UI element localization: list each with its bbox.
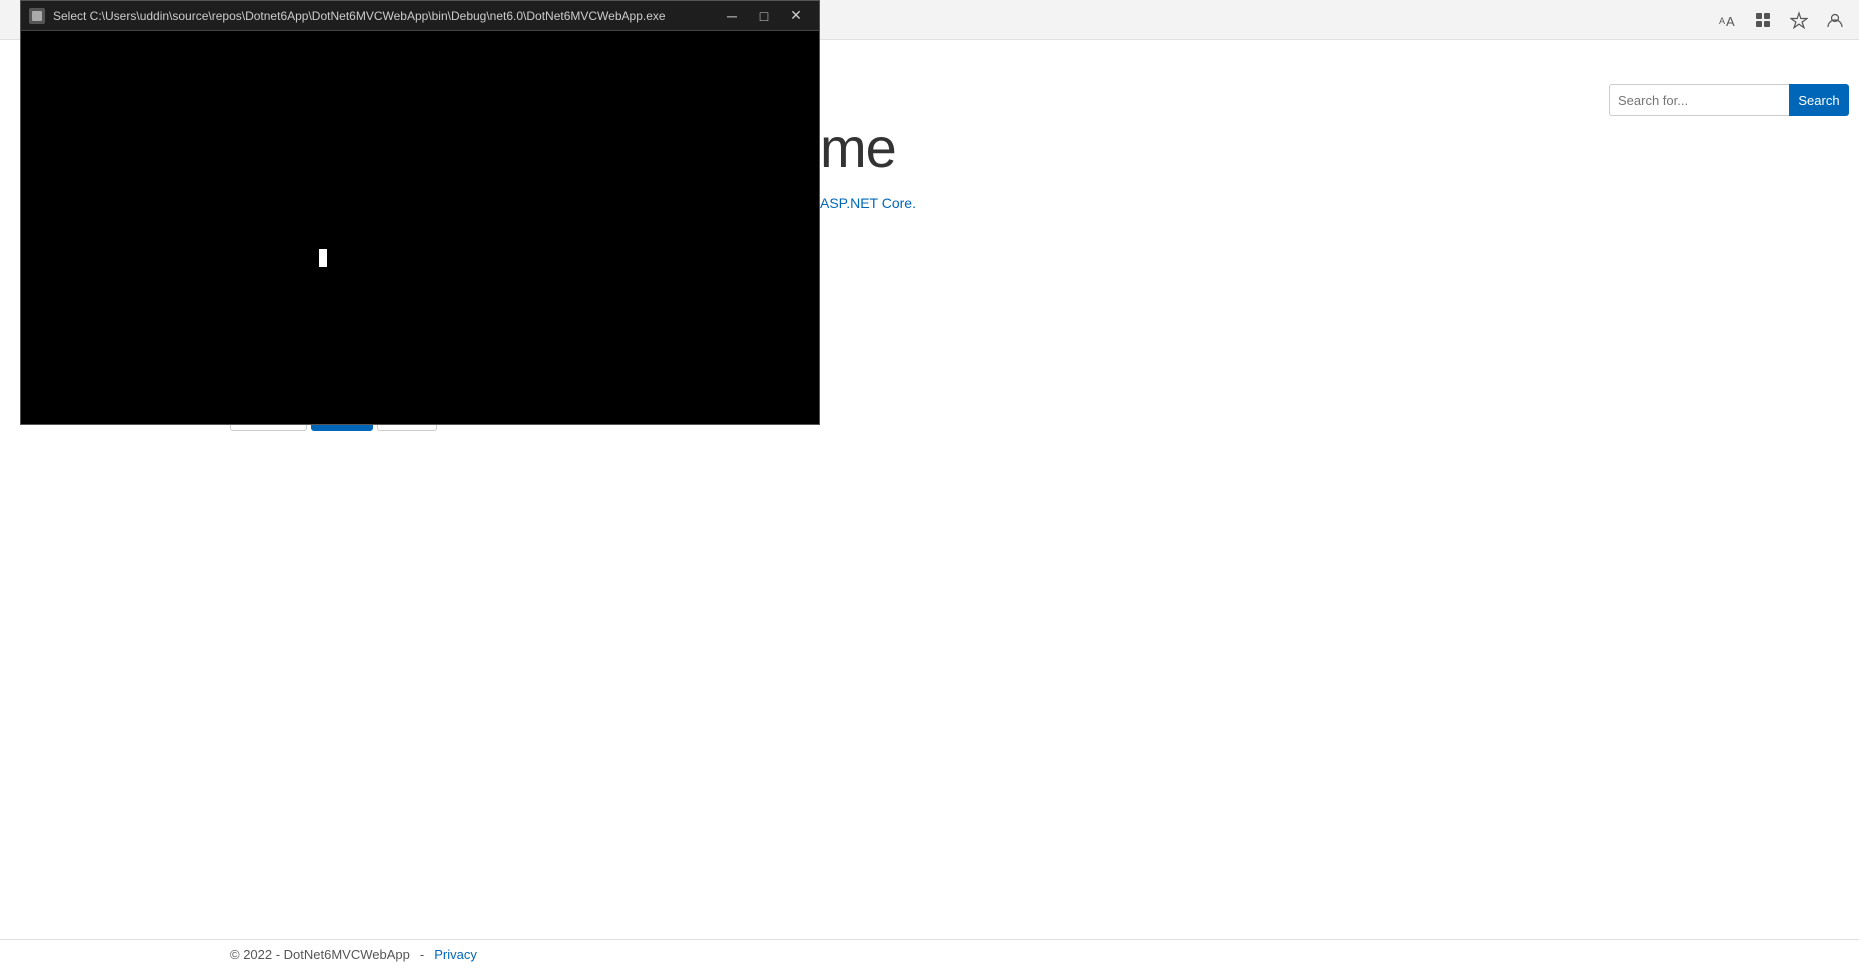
favorites-icon[interactable] (1785, 6, 1813, 34)
terminal-window: Select C:\Users\uddin\source\repos\Dotne… (20, 0, 820, 425)
terminal-app-icon (29, 8, 45, 24)
privacy-link[interactable]: Privacy (434, 947, 477, 962)
svg-text:A: A (1726, 14, 1735, 29)
terminal-icon-inner (32, 11, 42, 21)
terminal-title-text: Select C:\Users\uddin\source\repos\Dotne… (53, 9, 666, 23)
terminal-controls: ─ □ ✕ (717, 6, 811, 26)
profile-icon[interactable] (1821, 6, 1849, 34)
page-footer: © 2022 - DotNet6MVCWebApp - Privacy (0, 939, 1859, 969)
search-button[interactable]: Search (1789, 84, 1849, 116)
terminal-close-button[interactable]: ✕ (781, 6, 811, 26)
footer-copyright: © 2022 - DotNet6MVCWebApp (230, 947, 410, 962)
terminal-cursor (319, 249, 327, 267)
browser-window: A A Search (0, 0, 1859, 969)
browser-search-area: Search (1599, 70, 1859, 130)
terminal-body[interactable] (21, 31, 819, 424)
search-input[interactable] (1609, 84, 1789, 116)
svg-text:A: A (1719, 16, 1725, 26)
terminal-minimize-button[interactable]: ─ (717, 6, 747, 26)
terminal-restore-button[interactable]: □ (749, 6, 779, 26)
terminal-titlebar: Select C:\Users\uddin\source\repos\Dotne… (21, 1, 819, 31)
aspnet-core-link[interactable]: ASP.NET Core. (820, 195, 916, 211)
extensions-icon[interactable] (1749, 6, 1777, 34)
footer-separator: - (420, 947, 424, 962)
terminal-title-left: Select C:\Users\uddin\source\repos\Dotne… (29, 8, 666, 24)
page-heading-partial: me (820, 115, 896, 180)
font-size-icon[interactable]: A A (1713, 6, 1741, 34)
